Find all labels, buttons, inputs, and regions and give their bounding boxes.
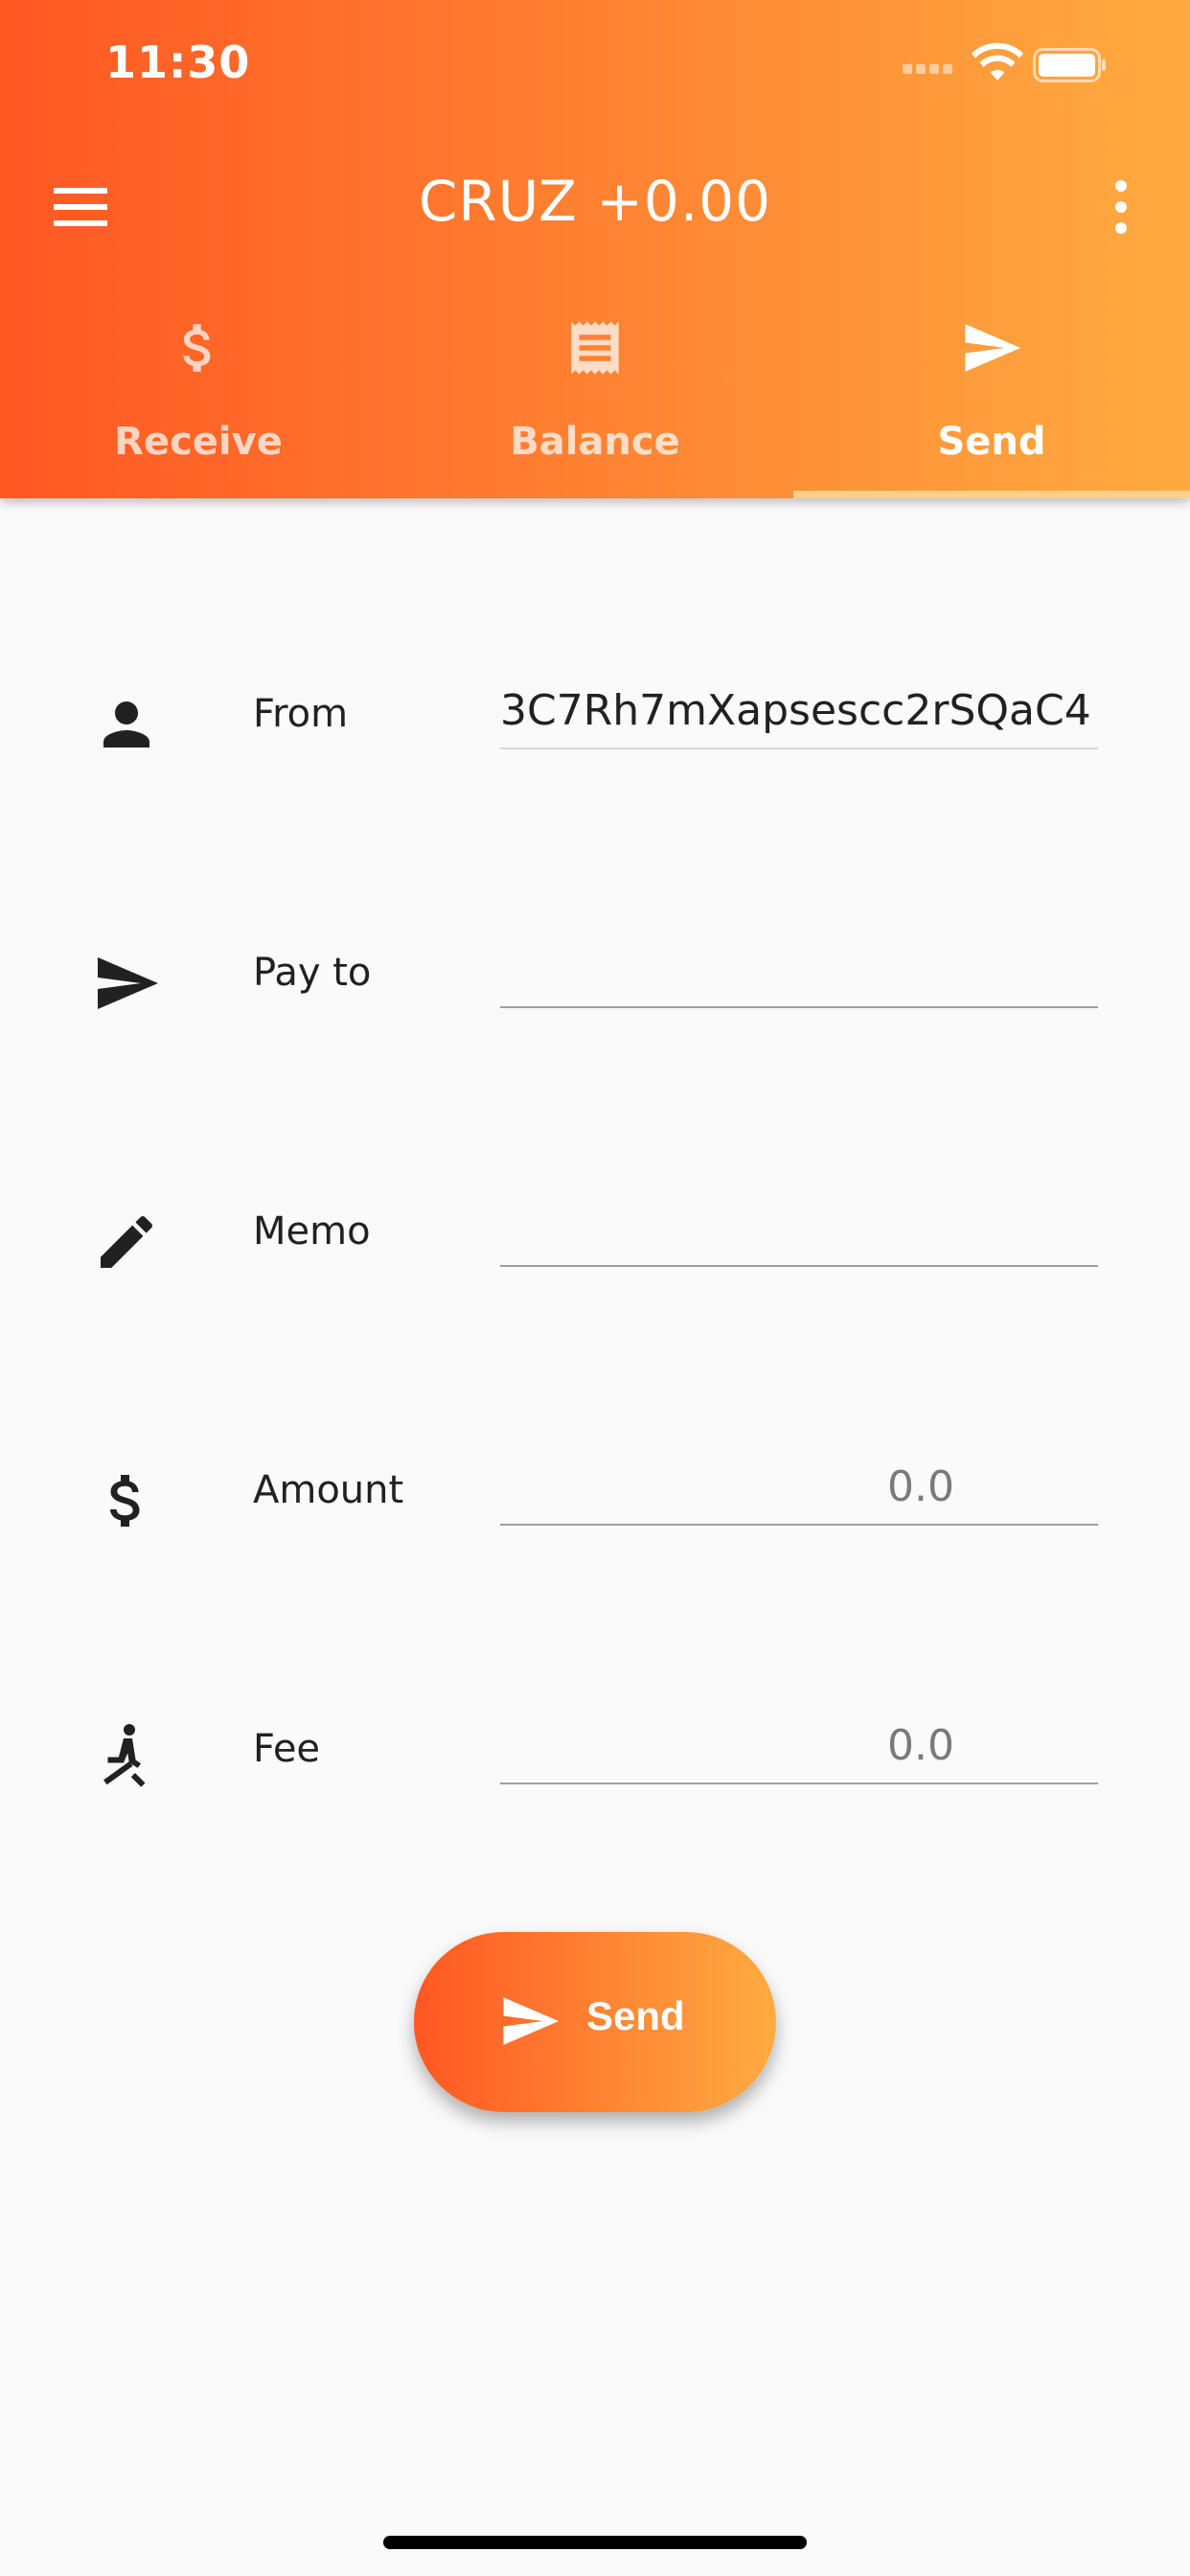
fee-field[interactable] bbox=[500, 1714, 1098, 1777]
amount-field[interactable] bbox=[500, 1455, 1098, 1518]
from-label: From bbox=[253, 692, 349, 736]
send-icon bbox=[965, 324, 1021, 372]
memo-field-container bbox=[500, 1169, 1098, 1267]
tab-balance-label: Balance bbox=[510, 420, 680, 464]
pay-to-field[interactable] bbox=[500, 937, 1098, 1000]
from-row: From bbox=[0, 652, 1190, 824]
amount-row: Amount bbox=[0, 1428, 1190, 1600]
send-button-label: Send bbox=[586, 1993, 685, 2038]
more-vert-icon[interactable] bbox=[1102, 180, 1140, 234]
amount-field-container bbox=[500, 1428, 1098, 1526]
dollar-icon bbox=[183, 324, 211, 372]
status-time: 11:30 bbox=[105, 36, 251, 88]
fee-icon bbox=[103, 1724, 146, 1787]
pay-to-row: Pay to bbox=[0, 910, 1190, 1083]
tab-receive-label: Receive bbox=[114, 420, 283, 464]
fee-label: Fee bbox=[253, 1727, 321, 1771]
tab-receive[interactable]: Receive bbox=[0, 316, 397, 498]
send-button[interactable]: Send bbox=[414, 1932, 776, 2112]
memo-label: Memo bbox=[253, 1209, 371, 1254]
app-header: 11:30 CRUZ +0.00 Receive Balance Send bbox=[0, 0, 1190, 498]
tab-send-label: Send bbox=[937, 420, 1046, 464]
pay-to-label: Pay to bbox=[253, 951, 372, 995]
memo-row: Memo bbox=[0, 1169, 1190, 1342]
battery-icon bbox=[1033, 48, 1106, 82]
from-field[interactable] bbox=[500, 678, 1098, 742]
status-indicators bbox=[903, 42, 1133, 84]
app-title: CRUZ +0.00 bbox=[418, 169, 772, 234]
receipt-icon bbox=[571, 321, 619, 375]
memo-field[interactable] bbox=[500, 1196, 1098, 1259]
cellular-signal-icon bbox=[903, 59, 956, 78]
fee-row: Fee bbox=[0, 1687, 1190, 1859]
home-indicator bbox=[383, 2536, 807, 2549]
send-icon bbox=[503, 1997, 560, 2045]
pencil-icon bbox=[101, 1215, 153, 1268]
amount-label: Amount bbox=[253, 1468, 404, 1512]
active-tab-indicator bbox=[793, 491, 1190, 498]
send-icon bbox=[98, 957, 158, 1009]
tab-send[interactable]: Send bbox=[793, 316, 1190, 498]
wifi-icon bbox=[972, 42, 1023, 81]
from-field-container bbox=[500, 652, 1098, 749]
dollar-icon bbox=[109, 1475, 140, 1527]
person-icon bbox=[103, 702, 149, 748]
tab-balance[interactable]: Balance bbox=[397, 316, 793, 498]
pay-to-field-container bbox=[500, 910, 1098, 1008]
fee-field-container bbox=[500, 1687, 1098, 1784]
